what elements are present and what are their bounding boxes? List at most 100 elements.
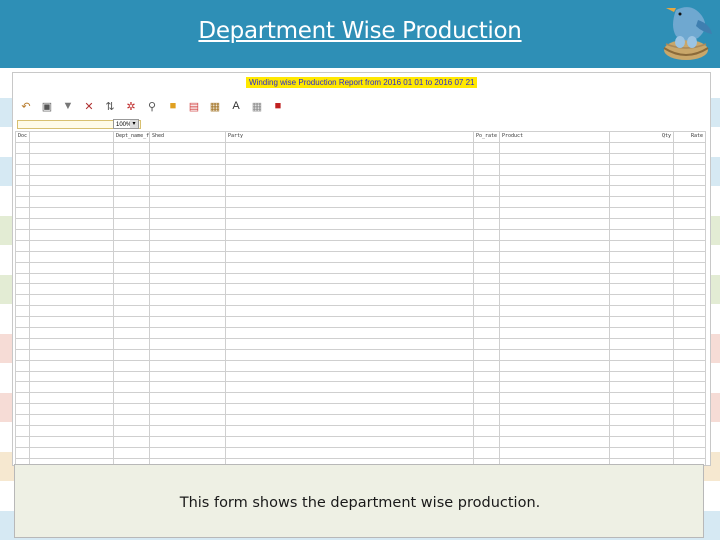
table-cell	[473, 218, 500, 231]
export-icon[interactable]: ■	[164, 97, 182, 115]
table-cell	[609, 141, 674, 154]
table-cell	[673, 261, 706, 274]
table-row[interactable]	[15, 272, 706, 285]
table-row[interactable]	[15, 392, 706, 405]
table-row[interactable]	[15, 359, 706, 372]
column-header[interactable]: Qty	[609, 131, 674, 143]
table-cell	[113, 207, 150, 220]
table-row[interactable]	[15, 337, 706, 350]
table-row[interactable]	[15, 348, 706, 361]
column-header[interactable]: Doc Date	[15, 131, 30, 143]
table-cell	[29, 141, 114, 154]
table-cell	[673, 316, 706, 329]
table-cell	[149, 141, 226, 154]
table-cell	[225, 250, 474, 263]
table-row[interactable]	[15, 294, 706, 307]
column-header[interactable]	[29, 131, 114, 143]
table-cell	[673, 446, 706, 459]
close-report-icon[interactable]: ■	[269, 97, 287, 115]
column-header[interactable]: Product	[499, 131, 610, 143]
table-cell	[113, 370, 150, 383]
sort-icon[interactable]: ⇅	[101, 97, 119, 115]
table-row[interactable]	[15, 196, 706, 209]
clear-filter-icon[interactable]: ✕	[80, 97, 98, 115]
table-cell	[113, 414, 150, 427]
table-row[interactable]	[15, 425, 706, 437]
table-row[interactable]	[15, 381, 706, 394]
table-cell	[15, 425, 30, 437]
table-cell	[473, 381, 500, 394]
first-page-icon[interactable]: ↶	[17, 97, 35, 115]
search-icon[interactable]: ⚲	[143, 97, 161, 115]
column-header[interactable]: Shed	[149, 131, 226, 143]
table-cell	[473, 174, 500, 187]
table-row[interactable]	[15, 435, 706, 448]
table-cell	[15, 218, 30, 231]
table-row[interactable]	[15, 261, 706, 274]
table-cell	[113, 174, 150, 187]
table-cell	[113, 294, 150, 307]
zoom-select[interactable]: 100% ▾	[113, 119, 139, 129]
table-cell	[113, 218, 150, 231]
table-row[interactable]	[15, 305, 706, 318]
table-cell	[673, 174, 706, 187]
table-cell	[29, 348, 114, 361]
table-row[interactable]	[15, 327, 706, 339]
text-icon[interactable]: A	[227, 97, 245, 115]
table-cell	[15, 272, 30, 285]
table-cell	[609, 185, 674, 198]
table-cell	[673, 305, 706, 318]
table-cell	[113, 261, 150, 274]
column-header[interactable]: Po_rate	[473, 131, 500, 143]
table-cell	[673, 207, 706, 220]
table-row[interactable]	[15, 414, 706, 427]
table-cell	[473, 196, 500, 209]
table-cell	[499, 229, 610, 241]
export-data-icon[interactable]: ▤	[185, 97, 203, 115]
table-cell	[15, 403, 30, 416]
table-cell	[29, 152, 114, 165]
table-cell	[149, 370, 226, 383]
table-cell	[473, 305, 500, 318]
table-row[interactable]	[15, 207, 706, 220]
table-cell	[15, 327, 30, 339]
table-row[interactable]	[15, 283, 706, 296]
table-cell	[29, 207, 114, 220]
column-header[interactable]: Dept_name_fo	[113, 131, 150, 143]
table-row[interactable]	[15, 239, 706, 252]
table-icon[interactable]: ▦	[206, 97, 224, 115]
table-cell	[225, 196, 474, 209]
column-header[interactable]: Rate	[673, 131, 706, 143]
table-cell	[113, 250, 150, 263]
table-cell	[473, 337, 500, 350]
table-row[interactable]	[15, 446, 706, 459]
table-cell	[473, 425, 500, 437]
table-cell	[15, 348, 30, 361]
table-row[interactable]	[15, 218, 706, 231]
print-icon[interactable]: ▣	[38, 97, 56, 115]
column-header[interactable]: Party	[225, 131, 474, 143]
table-row[interactable]	[15, 185, 706, 198]
table-cell	[113, 185, 150, 198]
table-cell	[149, 381, 226, 394]
table-row[interactable]	[15, 403, 706, 416]
table-header-row: Doc Date Dept_name_foShedPartyPo_rateProd…	[15, 131, 706, 143]
table-cell	[149, 185, 226, 198]
chevron-down-icon[interactable]: ▾	[130, 120, 138, 128]
table-row[interactable]	[15, 316, 706, 329]
table-row[interactable]	[15, 174, 706, 187]
table-cell	[15, 239, 30, 252]
table-row[interactable]	[15, 370, 706, 383]
table-cell	[113, 337, 150, 350]
table-row[interactable]	[15, 229, 706, 241]
table-cell	[499, 163, 610, 176]
table-row[interactable]	[15, 152, 706, 165]
grid-icon[interactable]: ▦	[248, 97, 266, 115]
table-row[interactable]	[15, 250, 706, 263]
table-row[interactable]	[15, 163, 706, 176]
table-row[interactable]	[15, 141, 706, 154]
table-cell	[499, 294, 610, 307]
filter-icon[interactable]: ▼	[59, 97, 77, 115]
group-remove-icon[interactable]: ✲	[122, 97, 140, 115]
table-cell	[473, 359, 500, 372]
